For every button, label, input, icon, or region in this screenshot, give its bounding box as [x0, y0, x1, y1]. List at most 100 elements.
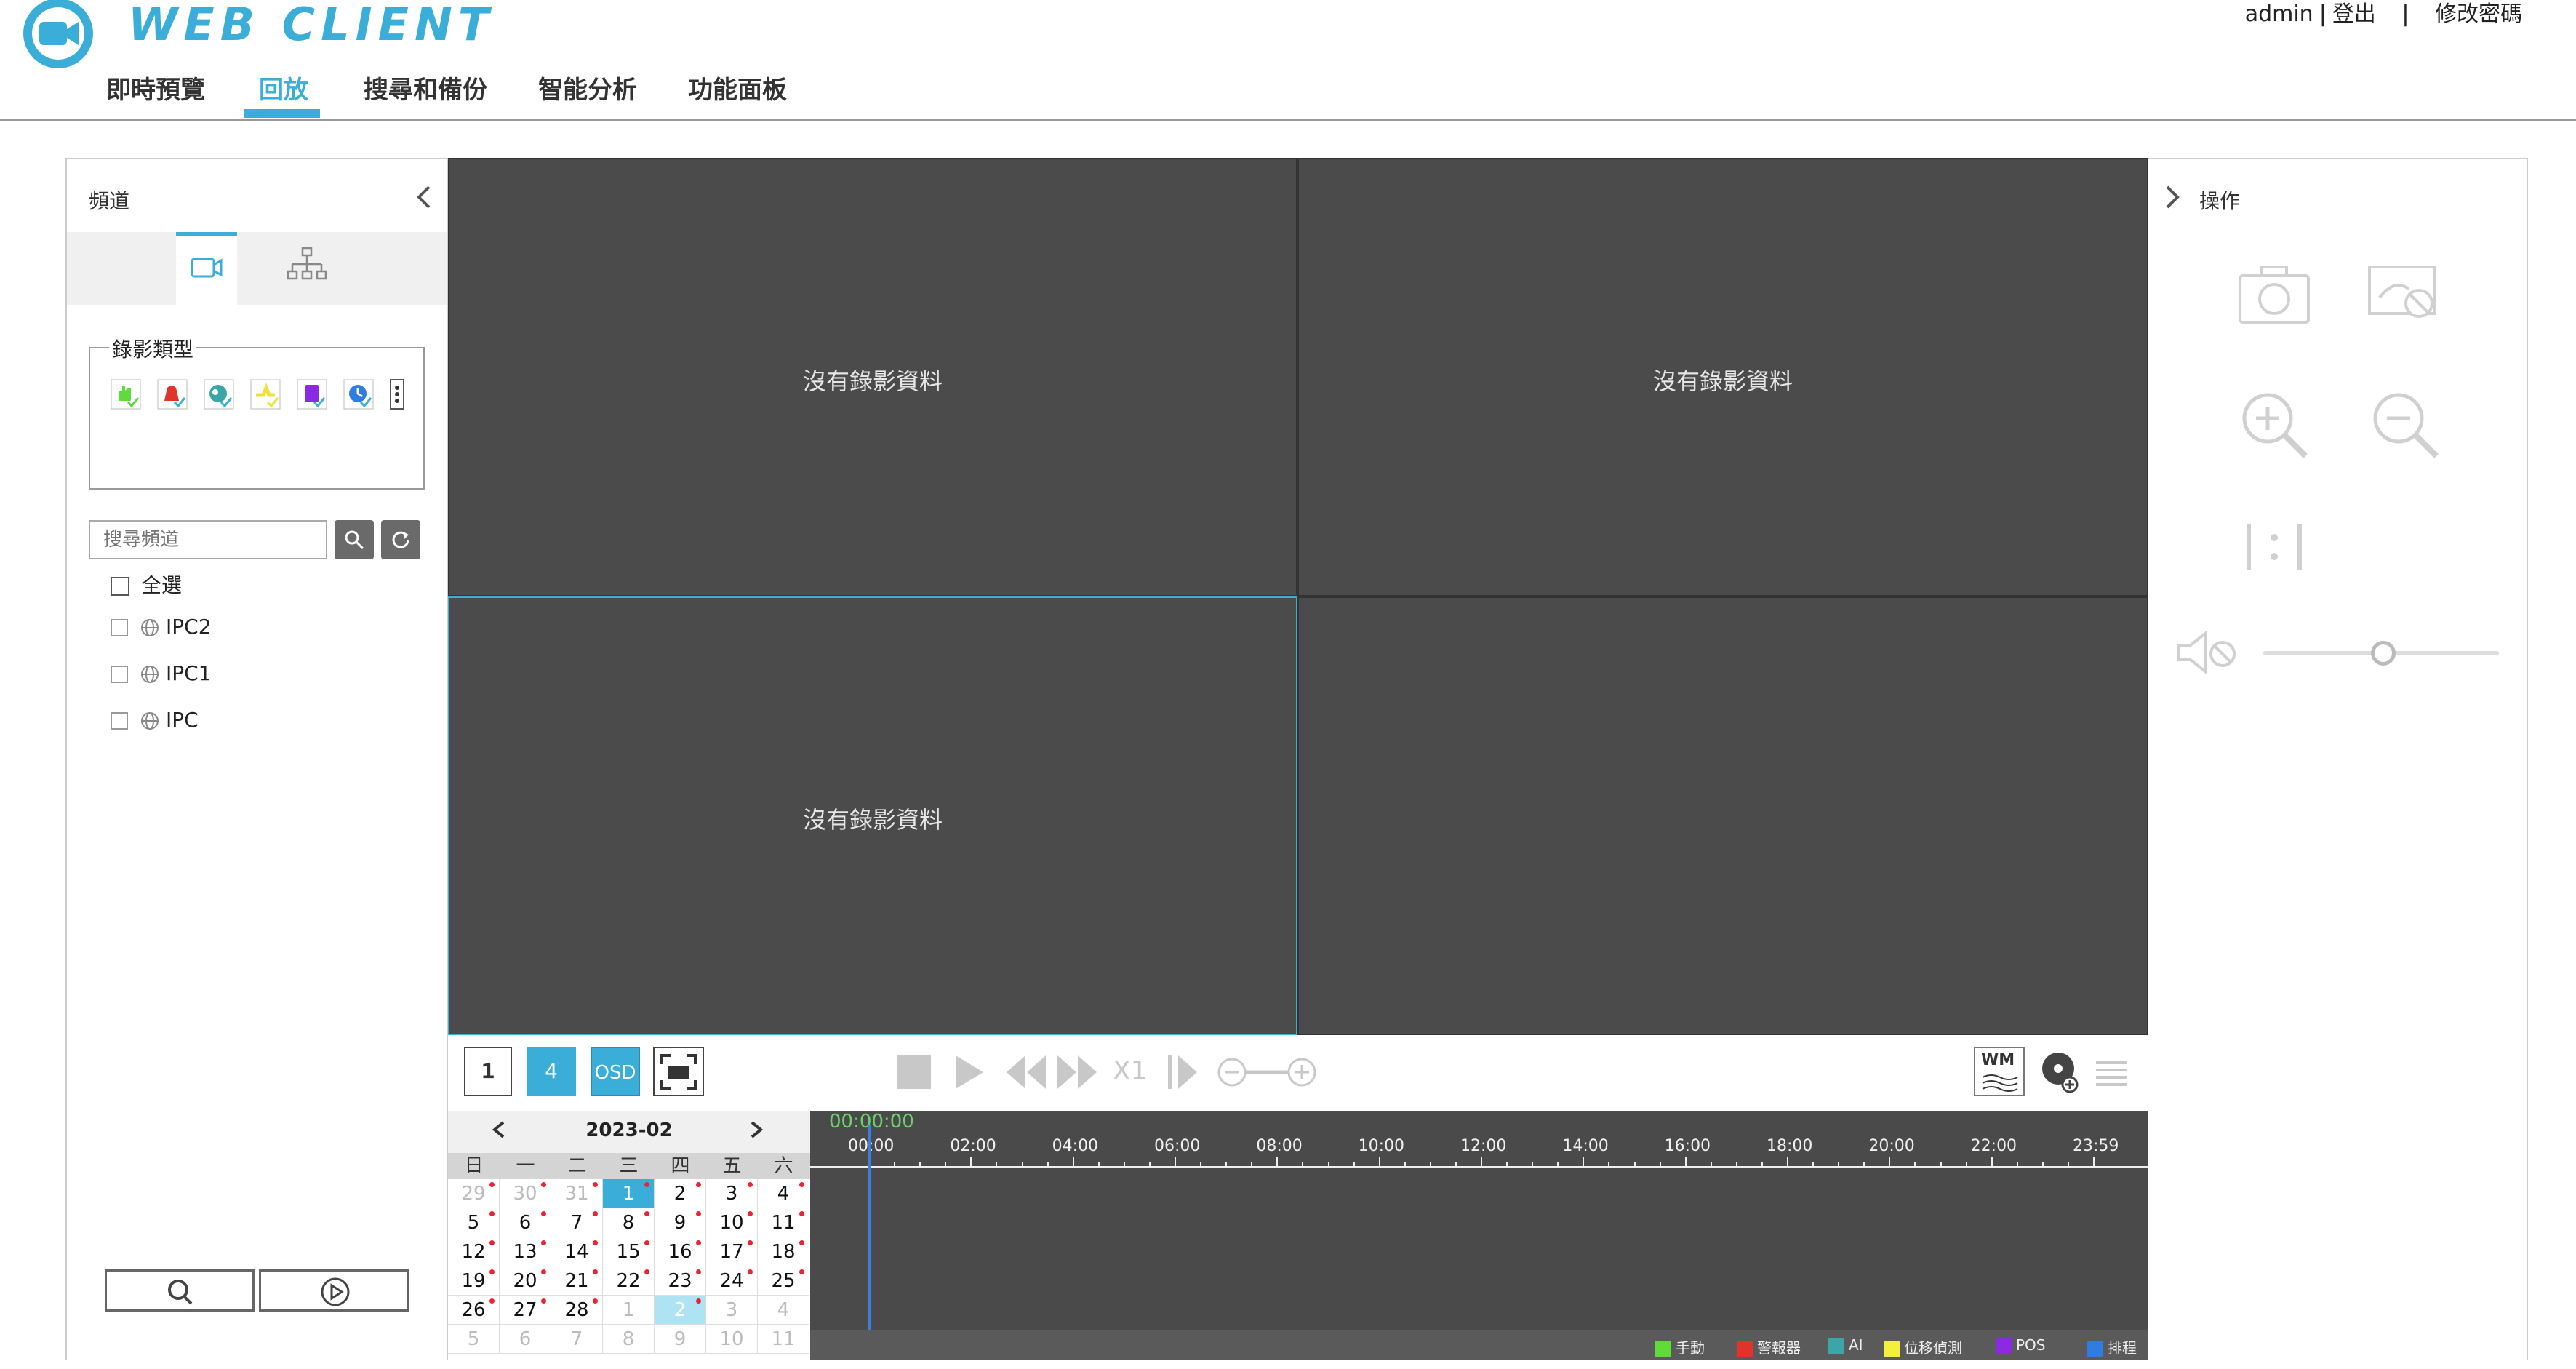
calendar-day[interactable]: 18: [758, 1237, 809, 1266]
calendar-day[interactable]: 7: [551, 1208, 603, 1237]
original-ratio-icon[interactable]: [2234, 507, 2314, 587]
channel-refresh-button[interactable]: [381, 520, 420, 559]
calendar-day[interactable]: 9: [655, 1208, 706, 1237]
calendar-day[interactable]: 25: [758, 1266, 809, 1296]
calendar-day[interactable]: 19: [448, 1266, 500, 1296]
video-tile[interactable]: 沒有錄影資料: [1297, 158, 2148, 596]
calendar-day[interactable]: 20: [500, 1266, 551, 1296]
backup-disk-icon[interactable]: [2038, 1047, 2081, 1096]
collapse-left-button[interactable]: [416, 184, 433, 217]
calendar-day[interactable]: 6: [500, 1325, 551, 1354]
calendar-day[interactable]: 14: [551, 1237, 603, 1266]
calendar-day[interactable]: 12: [448, 1237, 500, 1266]
fullscreen-button[interactable]: [653, 1047, 704, 1096]
tab-search-backup[interactable]: 搜尋和備份: [364, 70, 487, 111]
tab-function-panel[interactable]: 功能面板: [688, 70, 787, 111]
channel-search-input[interactable]: [89, 520, 327, 559]
calendar-day[interactable]: 3: [706, 1179, 758, 1208]
fast-forward-icon[interactable]: [1055, 1047, 1100, 1096]
calendar-day[interactable]: 10: [706, 1208, 758, 1237]
stop-icon[interactable]: [895, 1047, 934, 1096]
calendar-day[interactable]: 21: [551, 1266, 603, 1296]
zoom-in-icon[interactable]: [2234, 385, 2314, 465]
next-month-button[interactable]: [748, 1115, 765, 1151]
tab-live-view[interactable]: 即時預覽: [106, 70, 205, 111]
channel-item[interactable]: IPC1: [111, 661, 212, 690]
more-options-icon[interactable]: [390, 379, 404, 410]
channel-checkbox[interactable]: [111, 619, 128, 636]
channel-item[interactable]: IPC2: [111, 615, 212, 644]
calendar-day[interactable]: 16: [655, 1237, 706, 1266]
video-tile[interactable]: 沒有錄影資料: [448, 158, 1297, 596]
osd-toggle-button[interactable]: OSD: [591, 1047, 640, 1096]
zoom-out-icon[interactable]: [2365, 385, 2445, 465]
tab-playback[interactable]: 回放: [259, 70, 308, 111]
select-all-checkbox[interactable]: [111, 577, 129, 596]
calendar-day[interactable]: 8: [603, 1325, 655, 1354]
volume-slider-handle[interactable]: [2371, 641, 2396, 666]
channel-item[interactable]: IPC: [111, 708, 199, 737]
speed-slider-icon[interactable]: [1216, 1047, 1318, 1096]
snapshot-camera-icon[interactable]: [2234, 257, 2314, 337]
select-all-row[interactable]: 全選: [111, 570, 182, 599]
motion-record-icon[interactable]: [250, 379, 281, 410]
calendar-day[interactable]: 30: [500, 1179, 551, 1208]
calendar-day[interactable]: 10: [706, 1325, 758, 1354]
calendar-day[interactable]: 2: [655, 1179, 706, 1208]
ai-record-icon[interactable]: [204, 379, 234, 410]
collapse-right-button[interactable]: [2163, 184, 2180, 217]
rewind-icon[interactable]: [1004, 1047, 1049, 1096]
channel-checkbox[interactable]: [111, 712, 128, 730]
timeline-cursor[interactable]: [868, 1125, 871, 1344]
calendar-day[interactable]: 11: [758, 1325, 809, 1354]
calendar-day[interactable]: 1: [603, 1296, 655, 1325]
alarm-record-icon[interactable]: [157, 379, 188, 410]
calendar-day[interactable]: 5: [448, 1325, 500, 1354]
calendar-day[interactable]: 26: [448, 1296, 500, 1325]
playback-timeline[interactable]: 00:00:00 00:0002:0004:0006:0008:0010:001…: [810, 1111, 2148, 1360]
channel-checkbox[interactable]: [111, 666, 128, 683]
calendar-day[interactable]: 3: [706, 1296, 758, 1325]
calendar-day[interactable]: 15: [603, 1237, 655, 1266]
calendar-day[interactable]: 28: [551, 1296, 603, 1325]
layout-4-button[interactable]: 4: [527, 1047, 576, 1096]
tab-device-tree[interactable]: [285, 245, 329, 289]
pos-record-icon[interactable]: [297, 379, 327, 410]
play-icon[interactable]: [950, 1047, 989, 1096]
calendar-day[interactable]: 2: [655, 1296, 706, 1325]
tab-channel-list[interactable]: [176, 232, 237, 305]
calendar-day[interactable]: 17: [706, 1237, 758, 1266]
watermark-button[interactable]: WM: [1974, 1047, 2025, 1096]
calendar-day[interactable]: 24: [706, 1266, 758, 1296]
calendar-day[interactable]: 27: [500, 1296, 551, 1325]
calendar-day[interactable]: 1: [603, 1179, 655, 1208]
calendar-day[interactable]: 6: [500, 1208, 551, 1237]
calendar-day[interactable]: 4: [758, 1179, 809, 1208]
start-playback-button[interactable]: [259, 1269, 409, 1312]
video-tile[interactable]: [1297, 596, 2148, 1035]
calendar-day[interactable]: 13: [500, 1237, 551, 1266]
logout-link[interactable]: 登出: [2332, 1, 2376, 27]
calendar-day[interactable]: 23: [655, 1266, 706, 1296]
tab-smart-analysis[interactable]: 智能分析: [538, 70, 637, 111]
calendar-day[interactable]: 8: [603, 1208, 655, 1237]
calendar-day[interactable]: 5: [448, 1208, 500, 1237]
step-forward-icon[interactable]: [1164, 1047, 1201, 1096]
calendar-day[interactable]: 7: [551, 1325, 603, 1354]
manual-record-icon[interactable]: [111, 379, 141, 410]
disable-snapshot-icon[interactable]: [2365, 257, 2445, 337]
change-password-link[interactable]: 修改密碼: [2435, 1, 2522, 27]
calendar-day[interactable]: 4: [758, 1296, 809, 1325]
calendar-day[interactable]: 11: [758, 1208, 809, 1237]
layout-1-button[interactable]: 1: [464, 1047, 512, 1096]
calendar-day[interactable]: 9: [655, 1325, 706, 1354]
calendar-day[interactable]: 29: [448, 1179, 500, 1208]
search-records-button[interactable]: [105, 1269, 255, 1312]
calendar-day[interactable]: 22: [603, 1266, 655, 1296]
calendar-day[interactable]: 31: [551, 1179, 603, 1208]
list-icon[interactable]: [2093, 1047, 2129, 1096]
mute-speaker-icon[interactable]: [2176, 629, 2243, 676]
channel-search-button[interactable]: [335, 520, 374, 559]
schedule-record-icon[interactable]: [343, 379, 374, 410]
video-tile-selected[interactable]: 沒有錄影資料: [448, 596, 1297, 1035]
